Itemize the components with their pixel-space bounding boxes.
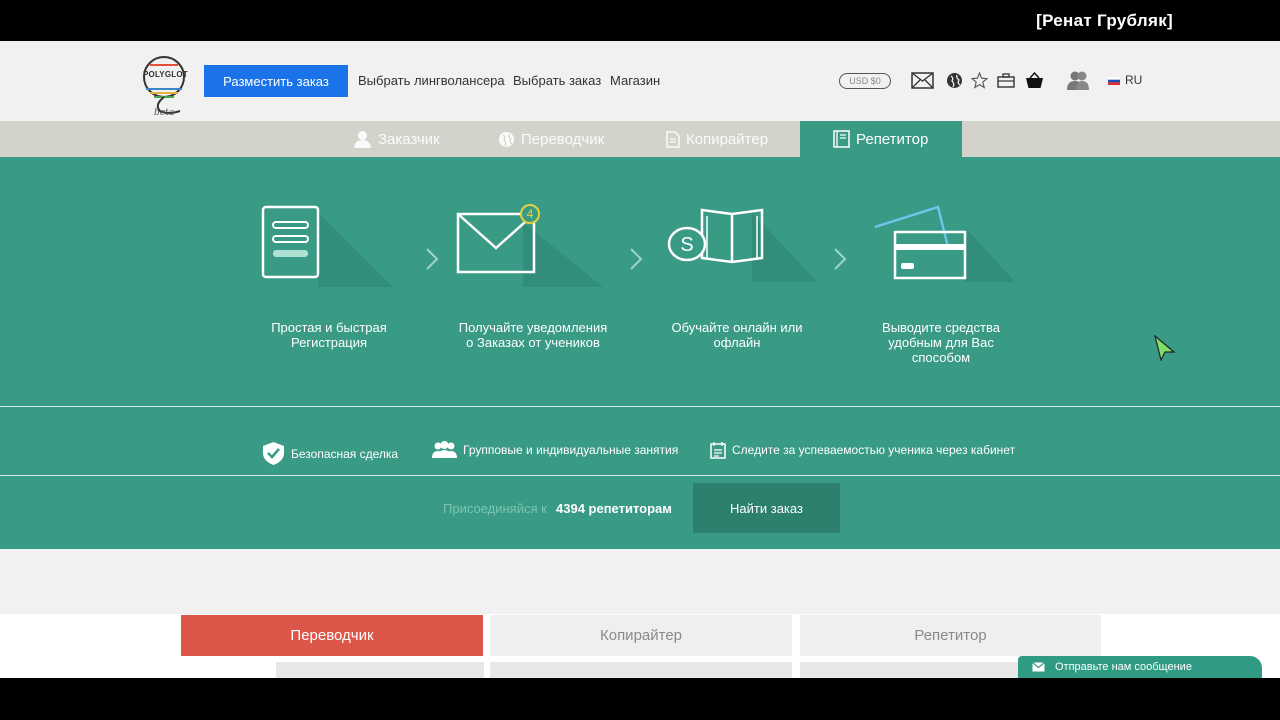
chevron-right-icon xyxy=(630,248,643,270)
chevron-right-icon xyxy=(834,248,847,270)
feature-safe-deal: Безопасная сделка xyxy=(262,441,398,466)
mail-icon[interactable] xyxy=(911,72,934,89)
role-tabs: Заказчик Переводчик Копирайтер Репетитор xyxy=(0,121,1280,157)
users-icon[interactable] xyxy=(1067,70,1089,91)
credit-card-icon xyxy=(874,205,1015,282)
tab-customer[interactable]: Заказчик xyxy=(353,121,440,157)
person-icon xyxy=(354,130,371,148)
chat-label: Отправьте нам сообщение xyxy=(1055,661,1192,673)
mouse-cursor-icon xyxy=(1154,335,1176,361)
nav-shop[interactable]: Магазин xyxy=(610,73,660,88)
profile-photo xyxy=(276,662,484,678)
join-prefix: Присоединяйся к xyxy=(443,501,547,516)
basket-icon[interactable] xyxy=(1025,72,1044,89)
skype-book-icon: S xyxy=(667,208,817,282)
group-icon xyxy=(432,441,457,458)
divider xyxy=(0,475,1280,476)
divider xyxy=(0,406,1280,407)
balance-badge[interactable]: USD $0 xyxy=(839,73,891,89)
tab-copywriter[interactable]: Копирайтер xyxy=(666,121,768,157)
tutor-count: 4394 репетиторам xyxy=(556,501,672,516)
profile-photo xyxy=(490,662,792,678)
hero-section: Простая и быстрая Регистрация 4 Получайте… xyxy=(0,157,1280,549)
step-4-label: Выводите средства удобным для Вас способом xyxy=(882,320,1000,365)
flag-ru-icon[interactable] xyxy=(1108,77,1120,85)
place-order-button[interactable]: Разместить заказ xyxy=(204,65,348,97)
tab-label: Репетитор xyxy=(856,130,929,148)
logo-beta: beta xyxy=(154,108,175,118)
globe-icon[interactable] xyxy=(946,72,963,89)
book-icon xyxy=(833,130,850,148)
lower-tab-copywriter[interactable]: Копирайтер xyxy=(490,615,792,656)
feature-group-lessons: Групповые и индивидуальные занятия xyxy=(432,441,678,459)
step-2-label: Получайте уведомления о Заказах от ученик… xyxy=(458,320,608,350)
chat-widget[interactable]: Отправьте нам сообщение xyxy=(1018,656,1262,678)
nav-choose-order[interactable]: Выбрать заказ xyxy=(513,73,601,88)
logo-text: POLYGLOT xyxy=(143,70,188,79)
find-order-button[interactable]: Найти заказ xyxy=(693,483,840,533)
briefcase-icon[interactable] xyxy=(997,73,1015,88)
video-frame: [Ренат Грубляк] POLYGLOT beta Разместить… xyxy=(0,0,1280,720)
chevron-right-icon xyxy=(426,248,439,270)
form-icon xyxy=(261,205,393,287)
web-page: POLYGLOT beta Разместить заказ Выбрать л… xyxy=(0,41,1280,678)
tab-label: Копирайтер xyxy=(686,130,769,148)
caption: [Ренат Грубляк] xyxy=(1036,11,1173,30)
profile-photo xyxy=(800,662,1018,678)
step-1-label: Простая и быстрая Регистрация xyxy=(271,320,387,350)
star-icon[interactable] xyxy=(971,72,988,89)
step-3-label: Обучайте онлайн или офлайн xyxy=(671,320,803,350)
tab-translator[interactable]: Переводчик xyxy=(498,121,604,157)
header: POLYGLOT beta Разместить заказ Выбрать л… xyxy=(0,41,1280,121)
tab-tutor[interactable]: Репетитор xyxy=(800,121,962,157)
feature-track-progress: Следите за успеваемостью ученика через к… xyxy=(710,441,1015,459)
calendar-icon xyxy=(710,442,726,459)
envelope-icon xyxy=(1032,662,1045,672)
document-icon xyxy=(666,130,680,148)
nav-choose-linguist[interactable]: Выбрать лингволансера xyxy=(358,73,505,88)
tab-label: Переводчик xyxy=(521,130,605,148)
globe-icon xyxy=(499,131,514,147)
lower-tab-tutor[interactable]: Репетитор xyxy=(800,615,1101,656)
shield-check-icon xyxy=(263,442,284,465)
lower-tab-translator[interactable]: Переводчик xyxy=(181,615,483,656)
svg-text:S: S xyxy=(680,234,693,256)
language-selector[interactable]: RU xyxy=(1125,73,1142,87)
tab-label: Заказчик xyxy=(378,130,440,148)
notification-badge: 4 xyxy=(526,207,534,221)
